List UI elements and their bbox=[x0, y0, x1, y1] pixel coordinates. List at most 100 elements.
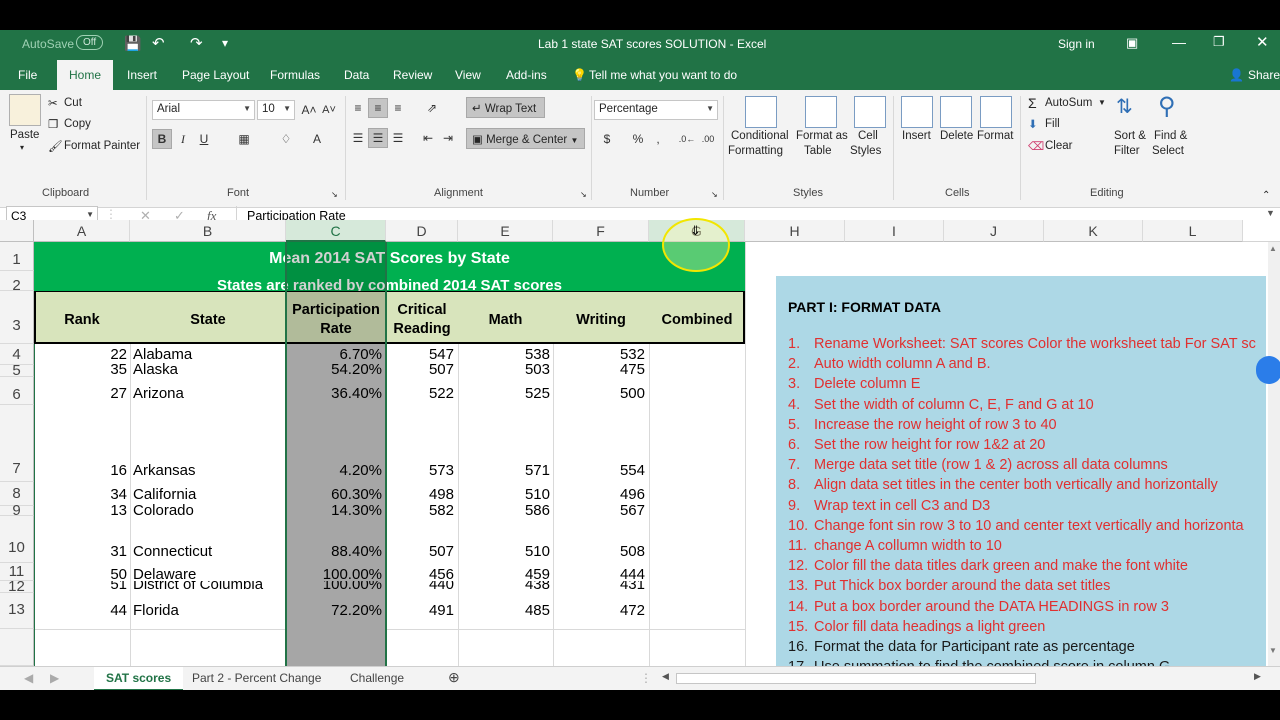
sheet-tab-percent-change[interactable]: Part 2 - Percent Change bbox=[192, 671, 321, 685]
reading-cell[interactable]: 507 bbox=[386, 543, 454, 560]
math-cell[interactable]: 538 bbox=[458, 346, 550, 363]
rank-cell[interactable]: 35 bbox=[34, 362, 127, 377]
autosum-dropdown-icon[interactable]: ▼ bbox=[1098, 98, 1106, 107]
state-cell[interactable]: Florida bbox=[133, 602, 286, 619]
math-cell[interactable]: 503 bbox=[458, 362, 550, 377]
tab-home[interactable]: Home bbox=[57, 60, 114, 90]
tab-add-ins[interactable]: Add-ins bbox=[506, 68, 547, 82]
autosave-toggle[interactable]: Off bbox=[76, 35, 104, 50]
cut-button[interactable]: Cut bbox=[64, 97, 82, 109]
rank-cell[interactable]: 51 bbox=[34, 581, 127, 593]
fill-color-icon[interactable]: ♢ bbox=[276, 129, 296, 149]
format-as-table-button[interactable]: Format as bbox=[796, 130, 848, 142]
math-cell[interactable]: 510 bbox=[458, 486, 550, 503]
tab-formulas[interactable]: Formulas bbox=[270, 68, 320, 82]
format-cells-icon[interactable] bbox=[980, 96, 1012, 128]
rank-cell[interactable]: 13 bbox=[34, 503, 127, 518]
increase-decimal-icon[interactable]: .0← bbox=[677, 129, 697, 149]
tab-view[interactable]: View bbox=[455, 68, 481, 82]
font-color-icon[interactable]: A bbox=[307, 129, 327, 149]
column-header-l[interactable]: L bbox=[1143, 220, 1243, 242]
clear-button[interactable]: Clear bbox=[1045, 140, 1072, 152]
math-cell[interactable]: 525 bbox=[458, 385, 550, 402]
next-sheet-icon[interactable]: ▶ bbox=[50, 671, 59, 685]
reading-cell[interactable]: 498 bbox=[386, 486, 454, 503]
rank-cell[interactable]: 16 bbox=[34, 462, 127, 479]
conditional-formatting-button[interactable]: Conditional bbox=[731, 130, 789, 142]
writing-cell[interactable]: 508 bbox=[553, 543, 645, 560]
ribbon-display-icon[interactable]: ▣ bbox=[1126, 35, 1138, 51]
state-cell[interactable]: Arkansas bbox=[133, 462, 286, 479]
writing-cell[interactable]: 500 bbox=[553, 385, 645, 402]
column-header-d[interactable]: D bbox=[386, 220, 458, 242]
rank-cell[interactable]: 44 bbox=[34, 602, 127, 619]
font-name-select[interactable]: Arial ▼ bbox=[152, 100, 255, 120]
reading-cell[interactable]: 573 bbox=[386, 462, 454, 479]
alignment-dialog-launcher-icon[interactable]: ↘ bbox=[580, 190, 587, 199]
row-header[interactable]: 2 bbox=[0, 271, 34, 294]
wrap-text-button[interactable]: ↵ Wrap Text bbox=[466, 97, 545, 118]
select-all-corner[interactable] bbox=[0, 220, 34, 242]
math-cell[interactable]: 510 bbox=[458, 543, 550, 560]
expand-formula-icon[interactable]: ▼ bbox=[1266, 208, 1275, 218]
scroll-right-icon[interactable]: ▶ bbox=[1254, 671, 1261, 682]
math-cell[interactable]: 438 bbox=[458, 581, 550, 593]
format-cells-button[interactable]: Format bbox=[977, 130, 1013, 142]
vertical-scrollbar[interactable] bbox=[1268, 242, 1280, 666]
row-header[interactable]: 12 bbox=[0, 579, 34, 594]
add-sheet-icon[interactable]: ⊕ bbox=[448, 669, 460, 686]
math-cell[interactable]: 586 bbox=[458, 503, 550, 518]
sort-filter-button[interactable]: Sort & bbox=[1114, 130, 1146, 142]
cell-styles-button[interactable]: Cell bbox=[858, 130, 878, 142]
row-header[interactable]: 6 bbox=[0, 377, 34, 405]
row-header[interactable]: 5 bbox=[0, 363, 34, 378]
align-top-icon[interactable]: ≡ bbox=[348, 98, 368, 118]
writing-cell[interactable]: 496 bbox=[553, 486, 645, 503]
writing-cell[interactable]: 472 bbox=[553, 602, 645, 619]
tab-data[interactable]: Data bbox=[344, 68, 369, 82]
rate-cell[interactable]: 14.30% bbox=[286, 503, 382, 518]
share-icon[interactable]: 👤 bbox=[1229, 68, 1244, 82]
minimize-icon[interactable]: — bbox=[1172, 34, 1186, 50]
rank-cell[interactable]: 34 bbox=[34, 486, 127, 503]
state-cell[interactable]: Colorado bbox=[133, 503, 286, 518]
column-header-h[interactable]: H bbox=[745, 220, 845, 242]
signin-link[interactable]: Sign in bbox=[1058, 37, 1095, 51]
column-header-k[interactable]: K bbox=[1044, 220, 1143, 242]
writing-cell[interactable]: 431 bbox=[553, 581, 645, 593]
scroll-left-icon[interactable]: ◀ bbox=[662, 671, 669, 682]
scroll-down-icon[interactable]: ▼ bbox=[1269, 646, 1277, 655]
row-header[interactable] bbox=[0, 629, 34, 666]
rank-cell[interactable]: 31 bbox=[34, 543, 127, 560]
column-header-i[interactable]: I bbox=[845, 220, 944, 242]
scroll-up-icon[interactable]: ▲ bbox=[1269, 244, 1277, 253]
tab-review[interactable]: Review bbox=[393, 68, 432, 82]
state-cell[interactable]: California bbox=[133, 486, 286, 503]
format-painter-button[interactable]: Format Painter bbox=[64, 140, 140, 152]
increase-indent-icon[interactable]: ⇥ bbox=[438, 128, 458, 148]
autosum-button[interactable]: AutoSum bbox=[1045, 97, 1092, 109]
column-header-c[interactable]: C bbox=[286, 220, 386, 242]
align-middle-icon[interactable]: ≡ bbox=[368, 98, 388, 118]
overlay-app-icon[interactable] bbox=[1256, 356, 1280, 384]
column-header-j[interactable]: J bbox=[944, 220, 1044, 242]
row-header[interactable]: 3 bbox=[0, 291, 34, 344]
align-right-icon[interactable]: ☰ bbox=[388, 128, 408, 148]
sheet-tab-sat-scores[interactable]: SAT scores bbox=[94, 667, 184, 690]
state-cell[interactable]: Alabama bbox=[133, 346, 286, 363]
sheet-tab-challenge[interactable]: Challenge bbox=[350, 671, 404, 685]
state-cell[interactable]: Alaska bbox=[133, 362, 286, 377]
number-dialog-launcher-icon[interactable]: ↘ bbox=[711, 190, 718, 199]
format-as-table-icon[interactable] bbox=[805, 96, 837, 128]
rate-cell[interactable]: 4.20% bbox=[286, 462, 382, 479]
conditional-formatting-icon[interactable] bbox=[745, 96, 777, 128]
rate-cell[interactable]: 54.20% bbox=[286, 362, 382, 377]
rate-cell[interactable]: 6.70% bbox=[286, 346, 382, 363]
state-cell[interactable]: Arizona bbox=[133, 385, 286, 402]
rank-cell[interactable]: 27 bbox=[34, 385, 127, 402]
worksheet-grid[interactable]: A B C D E F G H I J K L 1 2 3 4 5 6 7 8 … bbox=[0, 218, 1280, 688]
orientation-icon[interactable]: ⇗ bbox=[422, 98, 442, 118]
insert-cells-icon[interactable] bbox=[901, 96, 933, 128]
reading-cell[interactable]: 547 bbox=[386, 346, 454, 363]
copy-button[interactable]: Copy bbox=[64, 118, 91, 130]
